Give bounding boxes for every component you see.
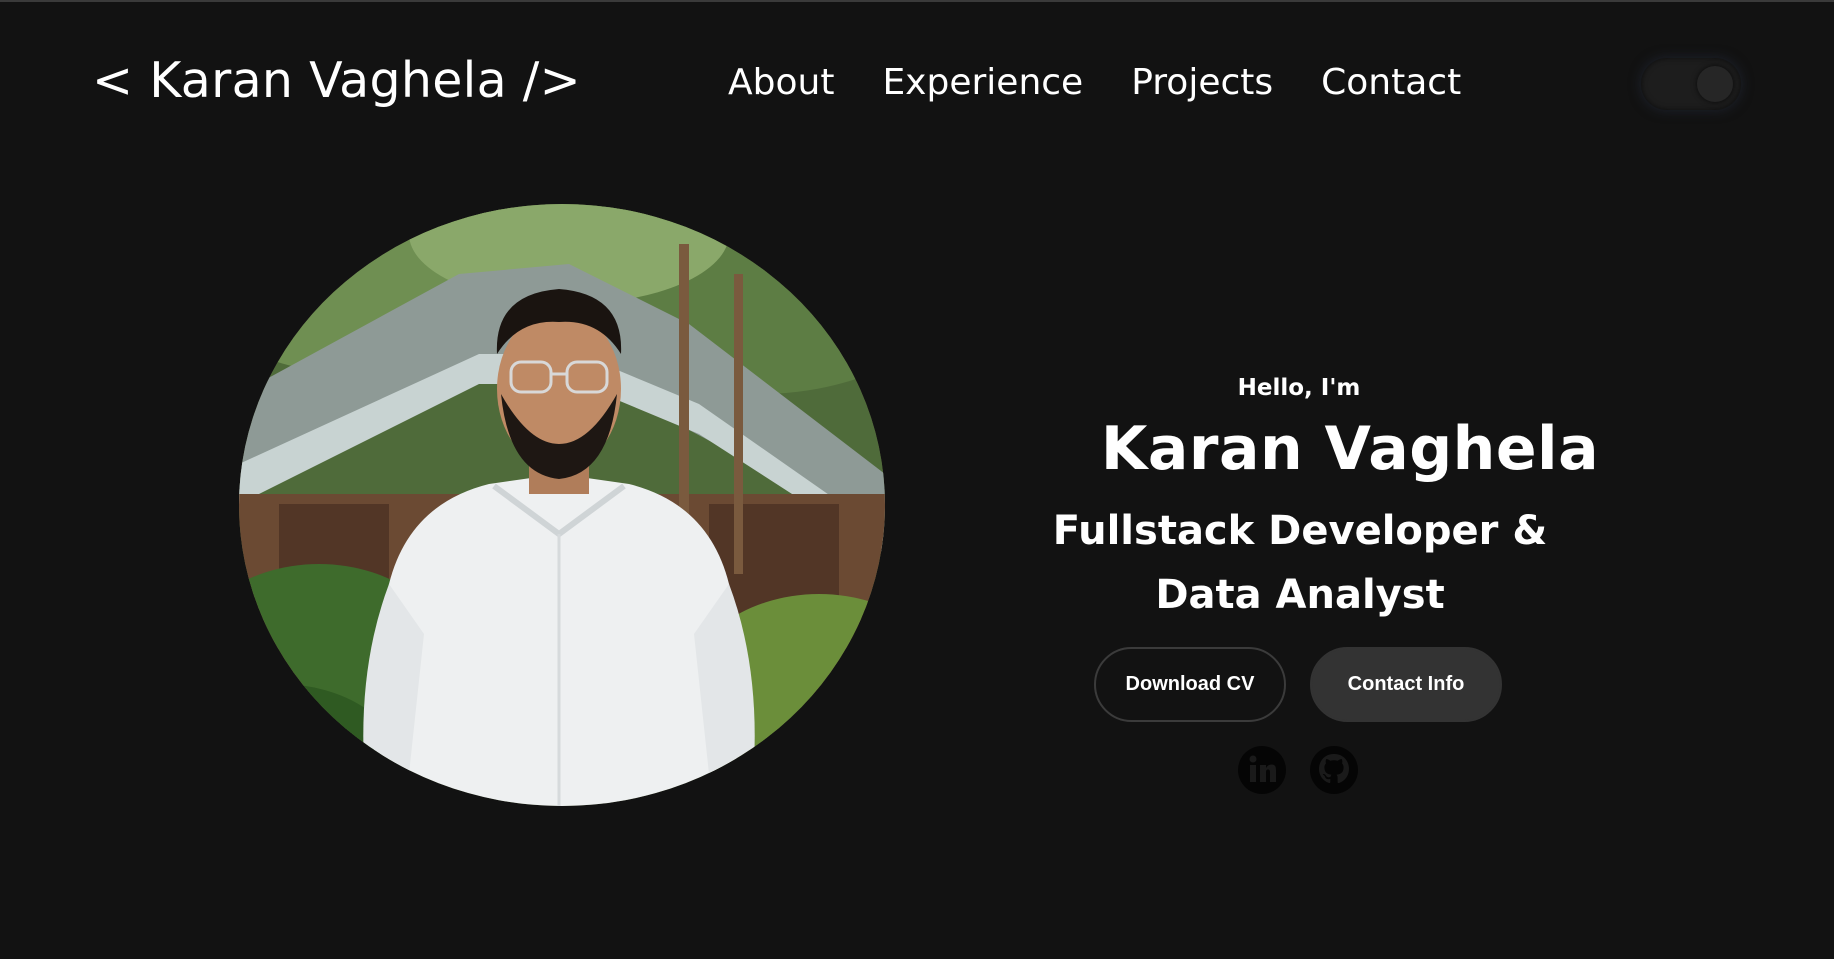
nav-item-projects: Projects — [1131, 62, 1273, 103]
nav-item-about: About — [728, 62, 834, 103]
download-cv-button[interactable]: Download CV — [1094, 647, 1286, 722]
theme-toggle-knob — [1697, 66, 1733, 102]
contact-info-button[interactable]: Contact Info — [1310, 647, 1502, 722]
top-nav: < Karan Vaghela /> About Experience Proj… — [0, 2, 1834, 172]
nav-link-experience[interactable]: Experience — [882, 62, 1083, 103]
nav-item-experience: Experience — [882, 62, 1083, 103]
nav-item-contact: Contact — [1321, 62, 1461, 103]
hero-greeting: Hello, I'm — [1237, 375, 1361, 401]
profile-photo — [239, 204, 885, 806]
nav-links: About Experience Projects Contact — [728, 62, 1461, 103]
github-icon[interactable] — [1309, 745, 1359, 795]
nav-link-about[interactable]: About — [728, 62, 834, 103]
hero-role: Fullstack Developer & Data Analyst — [1052, 508, 1548, 618]
theme-toggle[interactable] — [1641, 58, 1741, 110]
site-logo[interactable]: < Karan Vaghela /> — [92, 52, 581, 109]
linkedin-icon[interactable] — [1237, 745, 1287, 795]
nav-link-projects[interactable]: Projects — [1131, 62, 1273, 103]
nav-link-contact[interactable]: Contact — [1321, 62, 1461, 103]
profile-photo-illustration — [239, 204, 885, 806]
hero-name: Karan Vaghela — [1100, 414, 1600, 484]
